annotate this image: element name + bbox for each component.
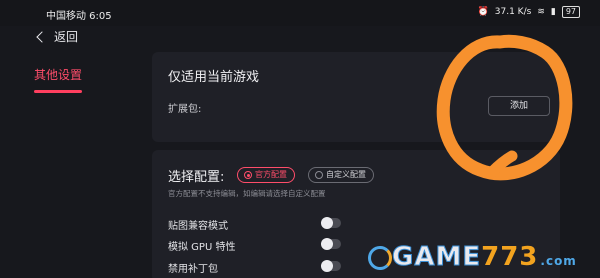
toggle-knob	[321, 238, 333, 250]
radio-selected-icon	[244, 171, 252, 179]
watermark-number: 773	[481, 242, 539, 272]
official-config-label: 官方配置	[255, 170, 287, 179]
toggle-knob	[321, 260, 333, 272]
carrier-time: 中国移动 6:05	[46, 11, 112, 22]
watermark-text: GAME	[391, 242, 482, 272]
custom-config-option[interactable]: 自定义配置	[308, 167, 374, 183]
chevron-left-icon	[36, 30, 48, 43]
radio-unselected-icon	[315, 171, 323, 179]
sidebar-active-indicator	[34, 90, 82, 93]
game-only-card: 仅适用当前游戏 扩展包: 添加	[152, 52, 560, 142]
wifi-icon: ≋	[537, 7, 545, 17]
official-config-option[interactable]: 官方配置	[237, 167, 295, 183]
alarm-icon: ⏰	[477, 7, 489, 17]
toggle-knob	[321, 217, 333, 229]
setting-label: 贴图兼容模式	[168, 221, 228, 232]
game-card-title: 仅适用当前游戏	[168, 70, 260, 85]
status-bar: 中国移动 6:05 ⏰ 37.1 K/s ≋ ▮ 97	[0, 0, 600, 26]
texture-compat-toggle[interactable]	[321, 217, 341, 229]
signal-icon: ▮	[550, 7, 556, 17]
back-label: 返回	[54, 30, 79, 44]
setting-label: 模拟 GPU 特性	[168, 242, 236, 253]
site-watermark: GAME 773 .com	[366, 238, 577, 272]
setting-row-texture-compat: 贴图兼容模式	[168, 216, 544, 232]
watermark-logo-icon	[366, 244, 392, 270]
status-icons: ⏰ 37.1 K/s ≋ ▮ 97	[478, 6, 580, 18]
setting-label: 禁用补丁包	[168, 264, 218, 275]
config-card-title: 选择配置:	[168, 170, 225, 185]
config-note: 官方配置不支持编辑，如编辑请选择自定义配置	[168, 189, 326, 198]
gpu-emulation-toggle[interactable]	[321, 238, 341, 250]
battery-indicator: 97	[561, 6, 580, 18]
back-button[interactable]: 返回	[36, 28, 79, 45]
sidebar-item-other-settings[interactable]: 其他设置	[34, 66, 82, 83]
disable-patch-toggle[interactable]	[321, 260, 341, 272]
custom-config-label: 自定义配置	[326, 170, 366, 179]
network-speed: 37.1 K/s	[494, 7, 532, 17]
add-extension-button[interactable]: 添加	[488, 96, 550, 116]
extension-pack-label: 扩展包:	[168, 104, 202, 115]
watermark-domain: .com	[540, 254, 577, 268]
